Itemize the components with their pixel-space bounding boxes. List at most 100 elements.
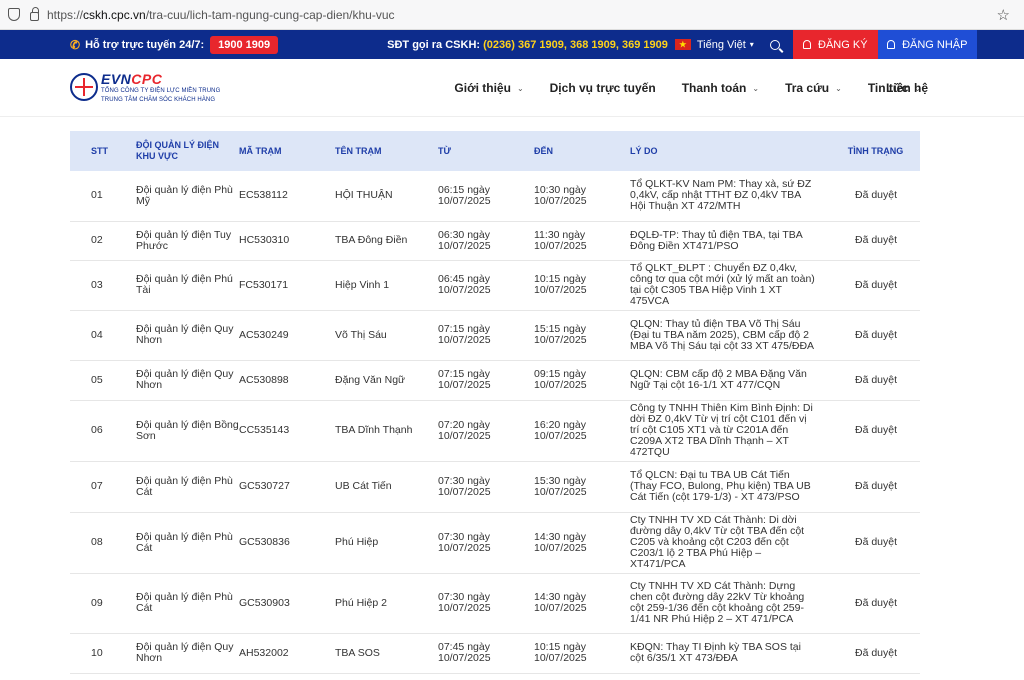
cell-ten-tram: Đặng Văn Ngữ <box>335 360 438 401</box>
logo-mark-icon <box>70 72 98 101</box>
user-icon <box>887 40 896 49</box>
bookmark-star-icon[interactable]: ☆ <box>997 6 1010 24</box>
vietnam-flag-icon[interactable]: ★ <box>674 39 691 50</box>
cell-ma-tram: CC535143 <box>239 400 335 462</box>
cell-ly-do: ĐQLĐ-TP: Thay tủ điện TBA, tại TBA Đông … <box>630 221 825 261</box>
cell-tu: 07:20 ngày 10/07/2025 <box>438 400 534 462</box>
cell-den: 09:15 ngày 10/07/2025 <box>534 360 630 401</box>
cell-tinh-trang: Đã duyệt <box>825 310 920 361</box>
cell-doi: Đội quản lý điện Phù Cát <box>136 512 239 574</box>
cell-ten-tram: Phú Hiệp <box>335 512 438 574</box>
col-tu: TỪ <box>438 145 451 156</box>
cskh-label: SĐT gọi ra CSKH: <box>387 38 481 51</box>
col-ten-tram: TÊN TRẠM <box>335 145 382 156</box>
cell-stt: 01 <box>70 171 136 222</box>
cell-ma-tram: AC530898 <box>239 360 335 401</box>
nav-gioi-thieu[interactable]: Giới thiệu ⌄ <box>454 81 523 95</box>
cell-den: 10:30 ngày 10/07/2025 <box>534 171 630 222</box>
cell-ten-tram: TBA Đông Điền <box>335 221 438 261</box>
logo-name: EVNCPC <box>101 70 163 87</box>
cell-tu: 07:30 ngày 10/07/2025 <box>438 512 534 574</box>
col-tinh-trang: TÌNH TRẠNG <box>847 145 904 156</box>
hotline-button[interactable]: 1900 1909 <box>210 35 279 54</box>
cell-doi: Đội quản lý điện Phù Cát <box>136 461 239 513</box>
cell-stt: 06 <box>70 400 136 462</box>
nav-dich-vu[interactable]: Dịch vụ trực tuyến <box>550 81 656 95</box>
cell-tinh-trang: Đã duyệt <box>825 171 920 222</box>
support-info: ✆ Hỗ trợ trực tuyến 24/7: 1900 1909 <box>70 35 279 54</box>
table-row: 03 Đội quản lý điện Phú Tài FC530171 Hiệ… <box>70 260 920 311</box>
cell-tu: 07:30 ngày 10/07/2025 <box>438 461 534 513</box>
table-row: 09 Đội quản lý điện Phù Cát GC530903 Phú… <box>70 573 920 634</box>
evncpc-logo[interactable]: EVNCPC TỔNG CÔNG TY ĐIỆN LỰC MIỀN TRUNG … <box>70 71 220 105</box>
cell-ten-tram: Phú Hiệp 2 <box>335 573 438 634</box>
cell-stt: 05 <box>70 360 136 401</box>
cell-den: 10:15 ngày 10/07/2025 <box>534 633 630 674</box>
cell-den: 14:30 ngày 10/07/2025 <box>534 573 630 634</box>
top-bar: ✆ Hỗ trợ trực tuyến 24/7: 1900 1909 SĐT … <box>0 30 1024 59</box>
cell-doi: Đội quản lý điện Quy Nhơn <box>136 310 239 361</box>
cell-tu: 07:15 ngày 10/07/2025 <box>438 360 534 401</box>
cell-tu: 07:45 ngày 10/07/2025 <box>438 633 534 674</box>
cell-ly-do: QLQN: CBM cấp độ 2 MBA Đặng Văn Ngữ Tại … <box>630 360 825 401</box>
table-row: 04 Đội quản lý điện Quy Nhơn AC530249 Võ… <box>70 310 920 361</box>
cell-den: 14:30 ngày 10/07/2025 <box>534 512 630 574</box>
table-row: 01 Đội quản lý điện Phù Mỹ EC538112 HỘI … <box>70 171 920 222</box>
cell-ly-do: Công ty TNHH Thiên Kim Bình Định: Di dời… <box>630 400 825 462</box>
cell-stt: 03 <box>70 260 136 311</box>
cell-den: 15:15 ngày 10/07/2025 <box>534 310 630 361</box>
cell-ly-do: QLQN: Thay tủ điện TBA Võ Thị Sáu (Đại t… <box>630 310 825 361</box>
cskh-info: SĐT gọi ra CSKH: (0236) 367 1909, 368 19… <box>387 39 668 51</box>
cell-stt: 09 <box>70 573 136 634</box>
cell-doi: Đội quản lý điện Tuy Phước <box>136 221 239 261</box>
nav-lien-he[interactable]: Liên hệ <box>886 59 928 117</box>
lock-icon[interactable] <box>30 7 39 21</box>
nav-thanh-toan[interactable]: Thanh toán ⌄ <box>682 81 759 95</box>
cskh-numbers: (0236) 367 1909, 368 1909, 369 1909 <box>483 38 668 51</box>
register-button[interactable]: ĐĂNG KÝ <box>792 30 878 59</box>
cell-doi: Đội quản lý điện Phù Mỹ <box>136 171 239 222</box>
cell-doi: Đội quản lý điện Quy Nhơn <box>136 633 239 674</box>
cell-ten-tram: HỘI THUẬN <box>335 171 438 222</box>
cell-ten-tram: Võ Thị Sáu <box>335 310 438 361</box>
cell-ly-do: Tổ QLKT-KV Nam PM: Thay xà, sứ ĐZ 0,4kV,… <box>630 171 825 222</box>
cell-ma-tram: GC530727 <box>239 461 335 513</box>
table-row: 10 Đội quản lý điện Quy Nhơn AH532002 TB… <box>70 633 920 674</box>
url-field[interactable]: https://cskh.cpc.vn/tra-cuu/lich-tam-ngu… <box>47 8 997 22</box>
cell-doi: Đội quản lý điện Quy Nhơn <box>136 360 239 401</box>
cell-ten-tram: Hiệp Vinh 1 <box>335 260 438 311</box>
browser-address-bar: https://cskh.cpc.vn/tra-cuu/lich-tam-ngu… <box>0 0 1024 30</box>
chevron-down-icon: ▾ <box>749 40 754 49</box>
site-header: EVNCPC TỔNG CÔNG TY ĐIỆN LỰC MIỀN TRUNG … <box>0 59 1024 117</box>
search-icon[interactable] <box>769 39 780 50</box>
cell-stt: 08 <box>70 512 136 574</box>
cell-ten-tram: UB Cát Tiến <box>335 461 438 513</box>
language-select[interactable]: Tiếng Việt ▾ <box>697 39 754 51</box>
logo-line-2: TRUNG TÂM CHĂM SÓC KHÁCH HÀNG <box>101 96 216 103</box>
cell-ten-tram: TBA SOS <box>335 633 438 674</box>
table-row: 05 Đội quản lý điện Quy Nhơn AC530898 Đặ… <box>70 360 920 401</box>
cell-den: 11:30 ngày 10/07/2025 <box>534 221 630 261</box>
table-row: 06 Đội quản lý điện Bồng Sơn CC535143 TB… <box>70 400 920 462</box>
cell-tinh-trang: Đã duyệt <box>825 633 920 674</box>
cell-tinh-trang: Đã duyệt <box>825 461 920 513</box>
login-button[interactable]: ĐĂNG NHẬP <box>877 30 977 59</box>
cell-tu: 06:30 ngày 10/07/2025 <box>438 221 534 261</box>
shield-icon[interactable] <box>8 8 20 21</box>
cell-ma-tram: AH532002 <box>239 633 335 674</box>
cell-doi: Đội quản lý điện Phú Tài <box>136 260 239 311</box>
cell-ma-tram: HC530310 <box>239 221 335 261</box>
cell-tinh-trang: Đã duyệt <box>825 512 920 574</box>
cell-den: 16:20 ngày 10/07/2025 <box>534 400 630 462</box>
col-ma-tram: MÃ TRẠM <box>239 145 282 156</box>
cell-tinh-trang: Đã duyệt <box>825 400 920 462</box>
cell-ma-tram: GC530903 <box>239 573 335 634</box>
cell-ly-do: Tổ QLKT_ĐLPT : Chuyển ĐZ 0,4kv, công tơ … <box>630 260 825 311</box>
table-row: 08 Đội quản lý điện Phù Cát GC530836 Phú… <box>70 512 920 574</box>
nav-tra-cuu[interactable]: Tra cứu ⌄ <box>785 81 842 95</box>
cell-ma-tram: GC530836 <box>239 512 335 574</box>
table-row: 07 Đội quản lý điện Phù Cát GC530727 UB … <box>70 461 920 513</box>
cell-tu: 06:45 ngày 10/07/2025 <box>438 260 534 311</box>
col-den: ĐẾN <box>534 145 554 156</box>
cell-doi: Đội quản lý điện Phù Cát <box>136 573 239 634</box>
